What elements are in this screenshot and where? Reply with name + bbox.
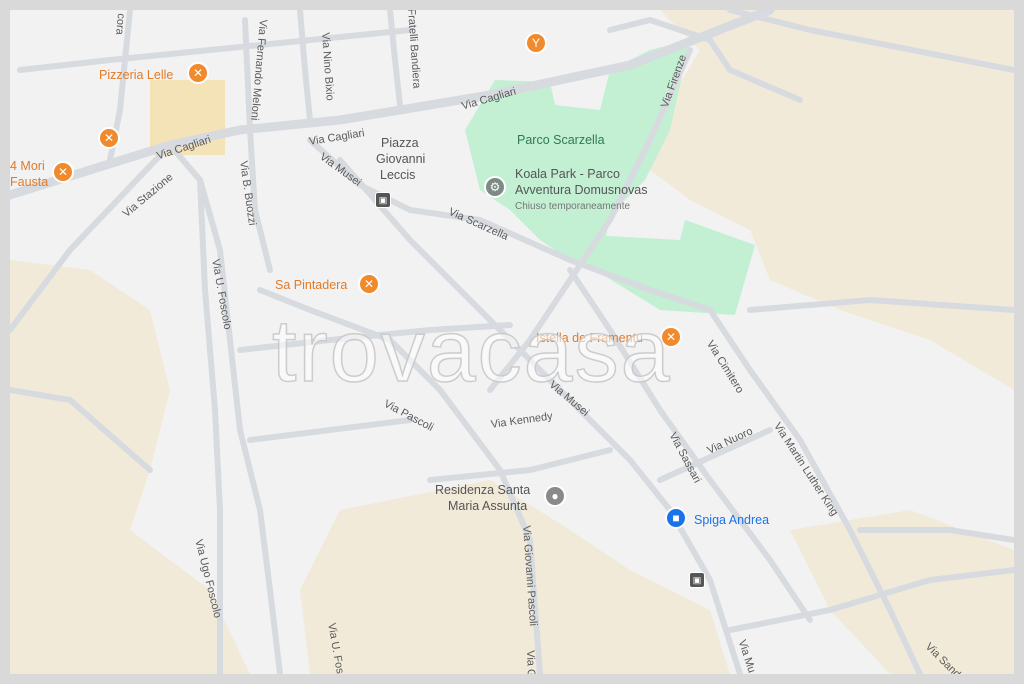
place-label-residenza-line1[interactable]: Residenza Santa [435,483,530,497]
place-label-piazza-line2: Giovanni [376,152,426,166]
place-status-koala: Chiuso temporaneamente [515,201,631,212]
place-label-mori-line1[interactable]: 4 Mori [10,159,45,173]
fork-knife-icon[interactable]: ✕ [98,127,120,149]
fork-knife-icon[interactable]: ✕ [52,161,74,183]
map-canvas[interactable]: cora Via Cagliari Via Cagliari Via Cagli… [10,10,1014,674]
place-label-piazza-line3: Leccis [380,168,416,182]
street-label-via-gi: Via Gi [524,650,538,674]
place-label-koala-line2[interactable]: Avventura Domusnovas [515,183,647,197]
watermark: trovacasa [271,300,672,401]
place-label-spiga-andrea[interactable]: Spiga Andrea [694,513,769,527]
place-label-parco-scarzella[interactable]: Parco Scarzella [517,133,605,147]
street-label-cora: cora [113,12,128,36]
fork-knife-icon[interactable]: ✕ [358,273,380,295]
bus-stop-icon[interactable]: ▣ [375,192,391,208]
place-pin-icon[interactable]: ● [544,485,566,507]
park-icon[interactable]: ⚙ [484,176,506,198]
place-label-residenza-line2[interactable]: Maria Assunta [448,499,527,513]
place-label-pizzeria-lelle[interactable]: Pizzeria Lelle [99,68,173,82]
place-label-piazza-line1: Piazza [381,136,419,150]
cocktail-icon[interactable]: Y [525,32,547,54]
place-label-koala-line1[interactable]: Koala Park - Parco [515,167,620,181]
map-frame: cora Via Cagliari Via Cagliari Via Cagli… [0,0,1024,684]
fork-knife-icon[interactable]: ✕ [187,62,209,84]
shopping-bag-icon[interactable]: ■ [665,507,687,529]
place-label-sa-pintadera[interactable]: Sa Pintadera [275,278,347,292]
bus-stop-icon[interactable]: ▣ [689,572,705,588]
place-label-mori-line2[interactable]: Fausta [10,175,48,189]
